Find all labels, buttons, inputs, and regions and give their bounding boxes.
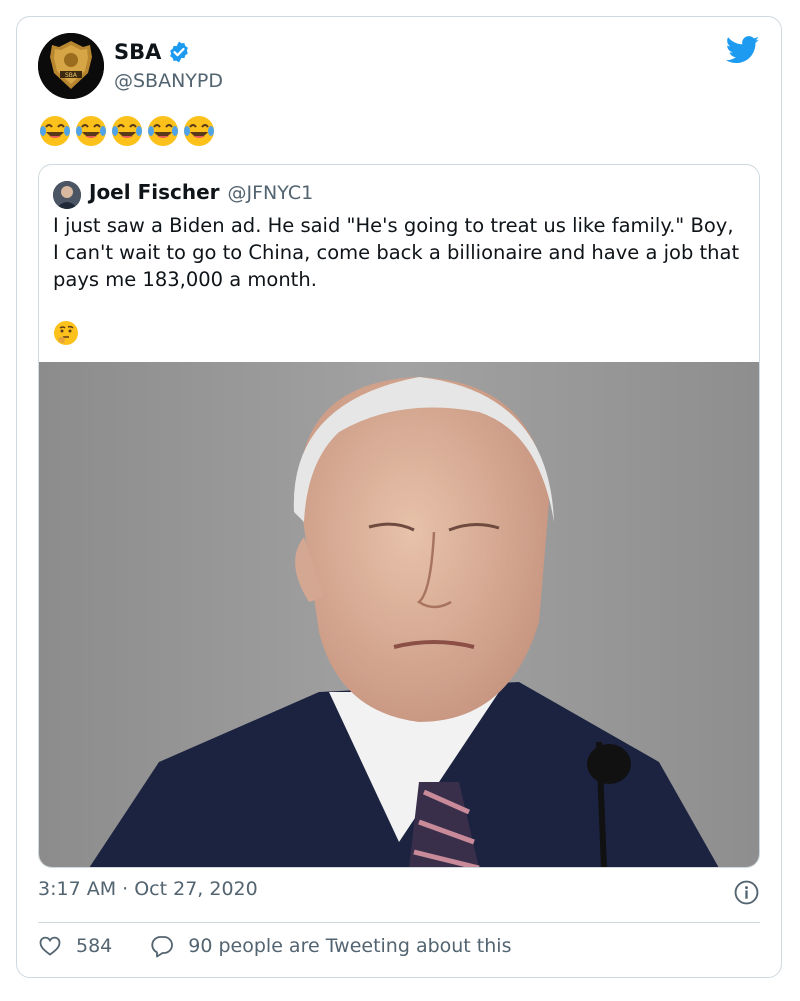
author-handle[interactable]: @SBANYPD: [114, 70, 223, 92]
author-avatar[interactable]: SBA: [38, 33, 104, 99]
like-action[interactable]: 584: [38, 934, 112, 958]
quoted-author-avatar: [53, 181, 81, 209]
tweeting-count-text: 90 people are Tweeting about this: [188, 935, 512, 957]
twitter-bird-icon[interactable]: [726, 36, 760, 64]
tears-of-joy-emoji-icon: [148, 116, 178, 146]
tears-of-joy-emoji-icon: [76, 116, 106, 146]
conversation-action[interactable]: 90 people are Tweeting about this: [150, 934, 511, 958]
verified-badge-icon: [170, 41, 189, 63]
like-count: 584: [76, 935, 113, 957]
heart-icon: [39, 936, 61, 956]
tears-of-joy-emoji-icon: [40, 116, 70, 146]
divider: [38, 922, 760, 923]
thinking-face-emoji-icon: [54, 321, 78, 345]
quoted-tweet-text: I just saw a Biden ad. He said "He's goi…: [53, 214, 746, 291]
badge-text: SBA: [65, 72, 78, 79]
tweet-stats: 584 90 people are Tweeting about this: [38, 934, 511, 958]
tears-of-joy-emoji-icon: [112, 116, 142, 146]
quoted-tweet[interactable]: Joel Fischer @JFNYC1 I just saw a Biden …: [38, 164, 760, 868]
info-icon[interactable]: [734, 880, 759, 905]
quoted-author-handle: @JFNYC1: [227, 182, 314, 204]
police-badge-icon: SBA: [38, 33, 104, 99]
quoted-author-name: Joel Fischer: [89, 180, 220, 204]
tweet-timestamp[interactable]: 3:17 AM · Oct 27, 2020: [38, 878, 258, 900]
author-name[interactable]: SBA: [114, 40, 161, 64]
quoted-name-row: Joel Fischer @JFNYC1: [89, 180, 313, 204]
quoted-tweet-photo[interactable]: [39, 362, 759, 868]
author-name-row: SBA: [114, 40, 191, 64]
tweet-emoji-row: [38, 114, 216, 148]
tears-of-joy-emoji-icon: [184, 116, 214, 146]
person-avatar-icon: [53, 181, 81, 209]
reply-bubble-icon: [151, 936, 174, 958]
